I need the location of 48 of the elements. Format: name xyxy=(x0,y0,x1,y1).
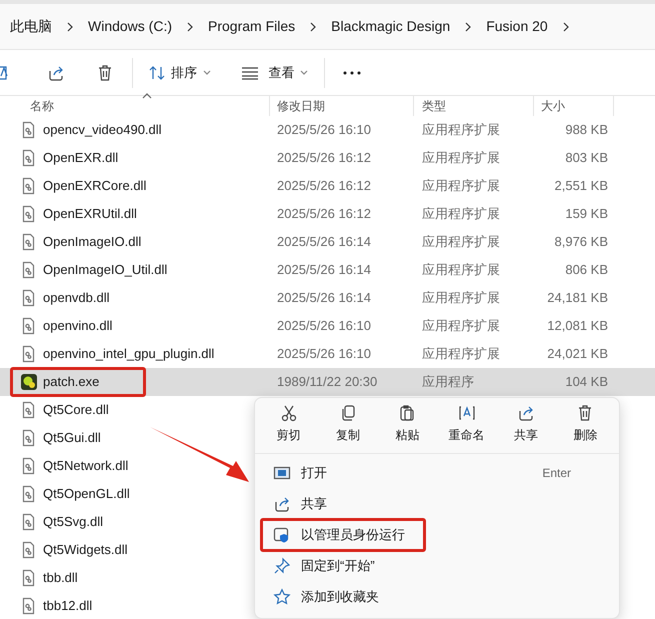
file-name: tbb.dll xyxy=(43,569,78,588)
file-date: 2025/5/26 16:12 xyxy=(277,206,371,222)
file-size: 24,021 KB xyxy=(547,346,608,362)
file-type: 应用程序扩展 xyxy=(422,206,500,222)
file-type: 应用程序扩展 xyxy=(422,234,500,250)
file-date: 2025/5/26 16:14 xyxy=(277,262,371,278)
file-type: 应用程序扩展 xyxy=(422,178,500,194)
file-name: openvino_intel_gpu_plugin.dll xyxy=(43,345,214,364)
file-date: 2025/5/26 16:10 xyxy=(277,346,371,362)
file-name: Qt5Core.dll xyxy=(43,401,109,420)
file-name: OpenEXRUtil.dll xyxy=(43,205,137,224)
file-size: 159 KB xyxy=(565,206,608,222)
file-date: 2025/5/26 16:10 xyxy=(277,122,371,138)
file-size: 104 KB xyxy=(565,374,608,390)
file-size: 806 KB xyxy=(565,262,608,278)
file-name: openvdb.dll xyxy=(43,289,110,308)
file-type: 应用程序扩展 xyxy=(422,346,500,362)
file-date: 1989/11/22 20:30 xyxy=(277,374,378,390)
file-type: 应用程序扩展 xyxy=(422,150,500,166)
file-name: patch.exe xyxy=(43,373,100,392)
file-size: 803 KB xyxy=(565,150,608,166)
file-type: 应用程序扩展 xyxy=(422,290,500,306)
file-size: 8,976 KB xyxy=(554,234,608,250)
file-name: Qt5Network.dll xyxy=(43,457,128,476)
file-type: 应用程序 xyxy=(422,374,474,390)
file-name: Qt5Widgets.dll xyxy=(43,541,128,560)
file-name: opencv_video490.dll xyxy=(43,121,162,140)
file-size: 12,081 KB xyxy=(547,318,608,334)
file-size: 988 KB xyxy=(565,122,608,138)
file-date: 2025/5/26 16:14 xyxy=(277,290,371,306)
file-name: tbb12.dll xyxy=(43,597,92,616)
file-size: 24,181 KB xyxy=(547,290,608,306)
file-name: openvino.dll xyxy=(43,317,112,336)
file-date: 2025/5/26 16:12 xyxy=(277,178,371,194)
file-type: 应用程序扩展 xyxy=(422,122,500,138)
file-name: OpenImageIO_Util.dll xyxy=(43,261,168,280)
file-type: 应用程序扩展 xyxy=(422,318,500,334)
file-name: OpenEXR.dll xyxy=(43,149,118,168)
file-name: OpenImageIO.dll xyxy=(43,233,142,252)
file-name: Qt5OpenGL.dll xyxy=(43,485,130,504)
file-name: Qt5Gui.dll xyxy=(43,429,101,448)
file-type: 应用程序扩展 xyxy=(422,262,500,278)
file-name: Qt5Svg.dll xyxy=(43,513,103,532)
file-date: 2025/5/26 16:14 xyxy=(277,234,371,250)
file-date: 2025/5/26 16:12 xyxy=(277,150,371,166)
file-name: OpenEXRCore.dll xyxy=(43,177,146,196)
file-size: 2,551 KB xyxy=(554,178,608,194)
file-date: 2025/5/26 16:10 xyxy=(277,318,371,334)
